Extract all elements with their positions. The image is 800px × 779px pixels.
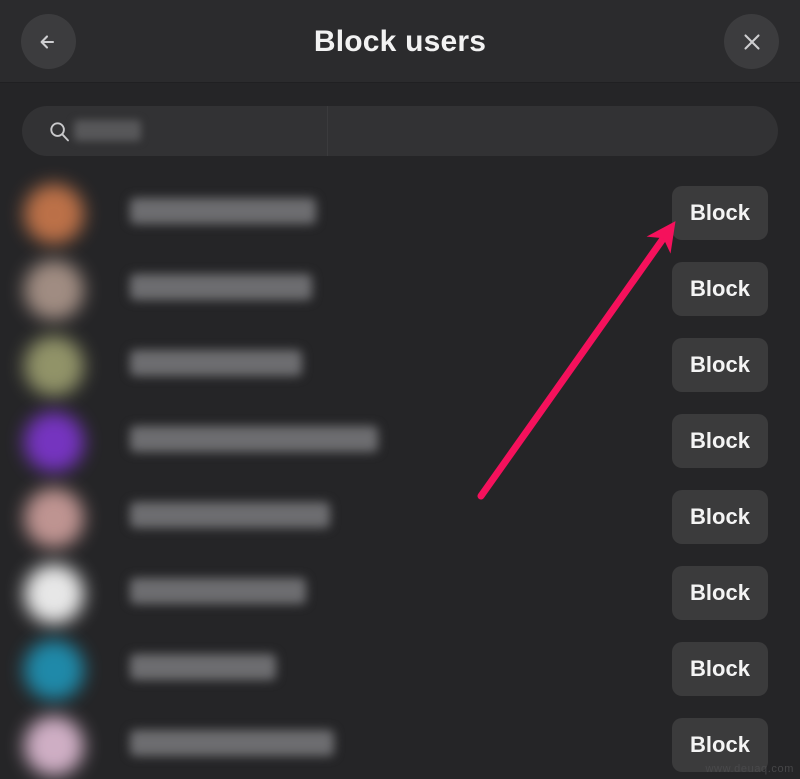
search-icon (49, 121, 70, 142)
avatar[interactable] (24, 260, 84, 320)
block-button[interactable]: Block (672, 566, 768, 620)
avatar[interactable] (24, 488, 84, 548)
close-icon (739, 29, 765, 55)
arrow-left-icon (36, 29, 62, 55)
block-button[interactable]: Block (672, 642, 768, 696)
user-name: Redacted Name Five (130, 502, 330, 528)
back-button[interactable] (21, 14, 76, 69)
user-row[interactable]: Redacted Name One Block (0, 176, 800, 252)
block-users-screen: Block users Search Redacted Name One Bloc… (0, 0, 800, 779)
avatar[interactable] (24, 640, 84, 700)
block-button[interactable]: Block (672, 338, 768, 392)
user-row[interactable]: Redacted Name Six Block (0, 556, 800, 632)
user-row[interactable]: Redacted Name EightBlock (0, 708, 800, 779)
avatar[interactable] (24, 564, 84, 624)
watermark: www.deuaq.com (705, 763, 794, 775)
header-bar: Block users (0, 0, 800, 83)
block-button[interactable]: Block (672, 414, 768, 468)
user-name: Redacted Name Eight (130, 730, 334, 756)
close-button[interactable] (724, 14, 779, 69)
block-button[interactable]: Block (672, 490, 768, 544)
user-name: Redacted Longer Name Four (130, 426, 378, 452)
block-button[interactable]: Block (672, 262, 768, 316)
block-button[interactable]: Block (672, 186, 768, 240)
user-row[interactable]: Redacted Longer Name Four Block (0, 404, 800, 480)
search-input[interactable]: Search (74, 120, 141, 141)
search-bar[interactable]: Search (22, 106, 778, 156)
page-title: Block users (313, 25, 487, 58)
user-row[interactable]: Redacted Name Two Block (0, 252, 800, 328)
user-row[interactable]: Redacted Name Seven Block (0, 632, 800, 708)
user-name: Redacted Name One (130, 198, 316, 224)
user-name: Redacted Name Two (130, 274, 312, 300)
search-divider (327, 106, 328, 156)
user-list[interactable]: Redacted Name One Block Redacted Name Two B… (0, 176, 800, 779)
avatar[interactable] (24, 716, 84, 776)
user-name: Redacted Name Six (130, 578, 306, 604)
avatar[interactable] (24, 336, 84, 396)
user-row[interactable]: Redacted Name Five Block (0, 480, 800, 556)
avatar[interactable] (24, 412, 84, 472)
user-name: Redacted Name Three (130, 350, 302, 376)
user-row[interactable]: Redacted Name Three Block (0, 328, 800, 404)
avatar[interactable] (24, 184, 84, 244)
user-name: Redacted Name Seven (130, 654, 276, 680)
